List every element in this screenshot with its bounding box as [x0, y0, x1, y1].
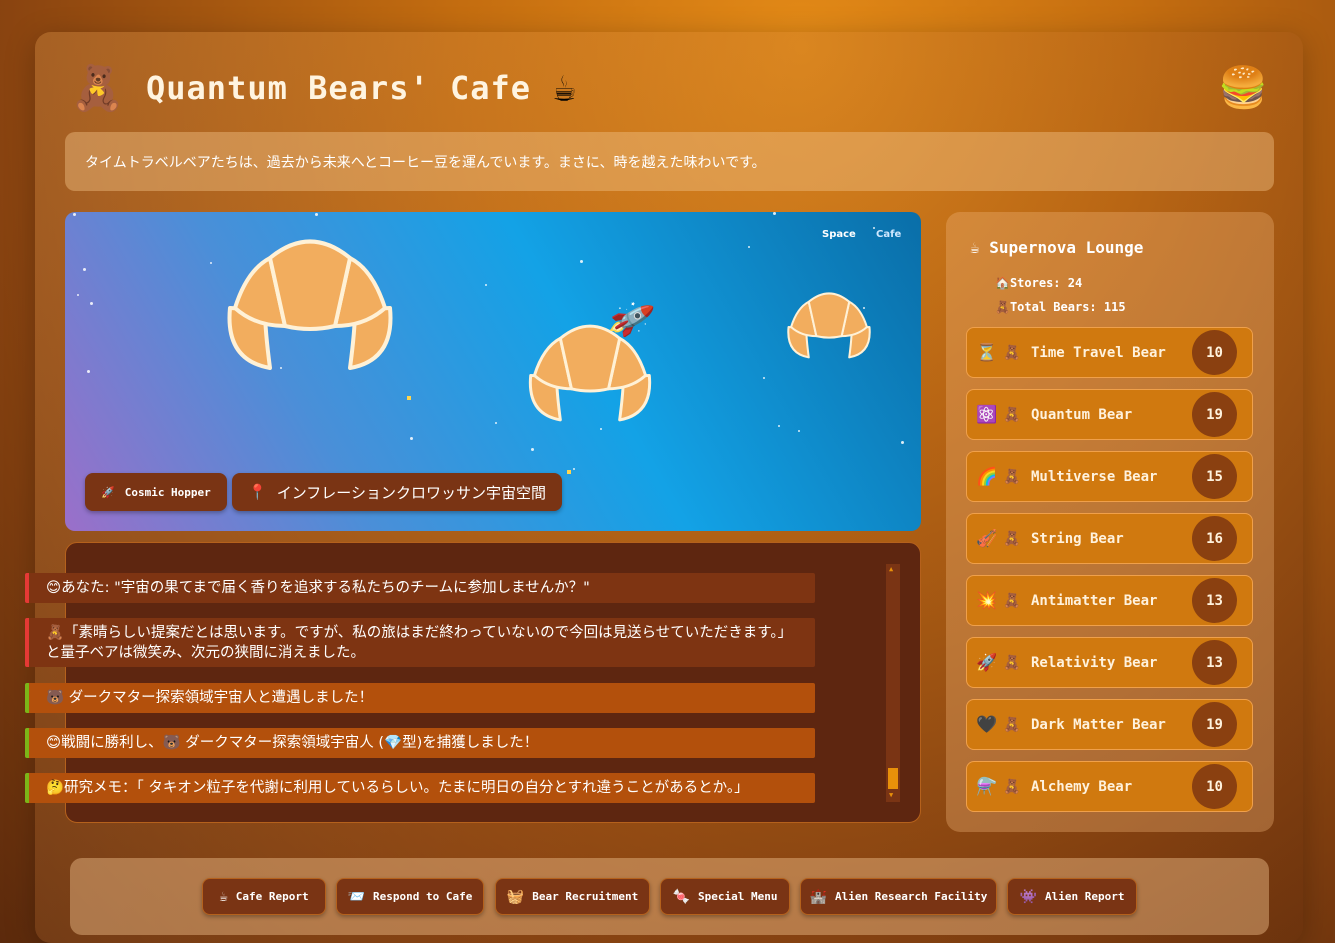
footer-button-label: Special Menu — [697, 890, 778, 903]
scroll-up-icon[interactable]: ▲ — [889, 565, 893, 573]
bear-item[interactable]: 🌈 🧸 Multiverse Bear 15 — [966, 451, 1253, 502]
footer-button-icon: 🏰 — [809, 888, 828, 905]
bear-type-icon: ⚗️ — [976, 776, 998, 797]
footer-button-icon: 👾 — [1019, 888, 1037, 905]
coffee-cup-icon: ☕ — [553, 66, 576, 110]
teddy-bear-icon: 🧸 — [1003, 778, 1021, 795]
footer-button-label: Alien Research Facility — [835, 890, 988, 903]
bear-count-badge: 13 — [1192, 640, 1237, 685]
log-entry: 😊戦闘に勝利し、🐻 ダークマター探索領域宇宙人 (💎型)を捕獲しました！ — [25, 728, 815, 758]
log-entry: 🧸「素晴らしい提案だとは思います。ですが、私の旅はまだ終わっていないので今回は見… — [25, 618, 815, 667]
total-bears-stat: 🧸Total Bears: 115 — [995, 300, 1126, 314]
total-bears-count: Total Bears: 115 — [1009, 300, 1126, 314]
scroll-down-icon[interactable]: ▼ — [889, 791, 893, 799]
teddy-bear-icon: 🧸 — [995, 300, 1010, 314]
bear-count-badge: 10 — [1192, 330, 1237, 375]
bear-item[interactable]: 🚀 🧸 Relativity Bear 13 — [966, 637, 1253, 688]
app-header: 🧸 Quantum Bears' Cafe ☕ — [70, 58, 576, 118]
location-label: インフレーションクロワッサン宇宙空間 — [276, 483, 546, 502]
cafe-tag: Cafe — [876, 229, 902, 240]
house-icon: 🏠 — [995, 276, 1010, 290]
pin-icon: 📍 — [248, 483, 267, 501]
bear-item[interactable]: ⏳ 🧸 Time Travel Bear 10 — [966, 327, 1253, 378]
bear-item[interactable]: 🖤 🧸 Dark Matter Bear 19 — [966, 699, 1253, 750]
footer-button-icon: ☕ — [219, 888, 228, 905]
bear-type-icon: ⏳ — [976, 342, 998, 363]
lounge-name: Supernova Lounge — [989, 238, 1144, 257]
footer-button-label: Respond to Cafe — [373, 890, 473, 903]
teddy-bear-logo-icon: 🧸 — [70, 63, 125, 114]
page-title: Quantum Bears' Cafe — [146, 69, 532, 107]
log-entry-text: 🐻 ダークマター探索領域宇宙人と遭遇しました！ — [46, 690, 374, 706]
space-scene: 🚀 Space Cafe 🚀 Cosmic Hopper 📍 インフレーションク… — [65, 212, 921, 531]
story-banner: タイムトラベルベアたちは、過去から未来へとコーヒー豆を運んでいます。まさに、時を… — [65, 132, 1274, 191]
footer-button[interactable]: 🍬 Special Menu — [660, 878, 790, 915]
bear-count-badge: 10 — [1192, 764, 1237, 809]
footer-button-label: Alien Report — [1044, 890, 1125, 903]
log-entry: 🐻 ダークマター探索領域宇宙人と遭遇しました！ — [25, 683, 815, 713]
story-text: タイムトラベルベアたちは、過去から未来へとコーヒー豆を運んでいます。まさに、時を… — [85, 154, 766, 171]
bear-name: Antimatter Bear — [1031, 592, 1158, 609]
coffee-cup-icon: ☕ — [970, 238, 980, 257]
rocket-icon: 🚀 — [101, 485, 115, 499]
log-entry: 😊あなた: "宇宙の果てまで届く香りを追求する私たちのチームに参加しませんか？" — [25, 573, 815, 603]
bear-name: Multiverse Bear — [1031, 468, 1158, 485]
footer-button-label: Cafe Report — [235, 890, 309, 903]
scroll-thumb[interactable] — [888, 768, 898, 789]
space-tag: Space — [822, 229, 856, 240]
bear-count-badge: 19 — [1192, 392, 1237, 437]
bear-item[interactable]: 💥 🧸 Antimatter Bear 13 — [966, 575, 1253, 626]
bear-item[interactable]: ⚛️ 🧸 Quantum Bear 19 — [966, 389, 1253, 440]
teddy-bear-icon: 🧸 — [1003, 468, 1021, 485]
bear-count-badge: 15 — [1192, 454, 1237, 499]
footer-button-icon: 🧺 — [506, 888, 525, 905]
burger-menu-icon[interactable]: 🍔 — [1218, 64, 1268, 111]
bear-name: Relativity Bear — [1031, 654, 1158, 671]
log-scrollbar[interactable]: ▲ ▼ — [886, 564, 900, 802]
bear-name: Time Travel Bear — [1031, 344, 1166, 361]
footer-button[interactable]: 🏰 Alien Research Facility — [800, 878, 997, 915]
teddy-bear-icon: 🧸 — [1003, 716, 1021, 733]
lounge-title: ☕ Supernova Lounge — [970, 238, 1143, 257]
bear-count-badge: 19 — [1192, 702, 1237, 747]
vehicle-label: Cosmic Hopper — [124, 485, 211, 499]
footer-button[interactable]: 👾 Alien Report — [1007, 878, 1137, 915]
log-entry: 🤔研究メモ：「 タキオン粒子を代謝に利用しているらしい。たまに明日の自分とすれ違… — [25, 773, 815, 803]
log-entry-text: 🤔研究メモ：「 タキオン粒子を代謝に利用しているらしい。たまに明日の自分とすれ違… — [46, 780, 749, 796]
bear-type-icon: 🖤 — [976, 714, 998, 735]
footer-button-label: Bear Recruitment — [532, 890, 639, 903]
croissant-large — [227, 239, 393, 370]
footer-button[interactable]: 📨 Respond to Cafe — [336, 878, 484, 915]
bear-name: String Bear — [1031, 530, 1124, 547]
log-entry-text: 🧸「素晴らしい提案だとは思います。ですが、私の旅はまだ終わっていないので今回は見… — [46, 624, 793, 661]
bear-type-icon: ⚛️ — [976, 404, 998, 425]
teddy-bear-icon: 🧸 — [1003, 592, 1021, 609]
teddy-bear-icon: 🧸 — [1003, 530, 1021, 547]
footer-button[interactable]: 🧺 Bear Recruitment — [495, 878, 650, 915]
teddy-bear-icon: 🧸 — [1003, 654, 1021, 671]
footer-button-icon: 🍬 — [672, 888, 690, 905]
bear-name: Quantum Bear — [1031, 406, 1133, 423]
bear-type-icon: 💥 — [976, 590, 998, 611]
bear-type-icon: 🌈 — [976, 466, 998, 487]
teddy-bear-icon: 🧸 — [1003, 406, 1021, 423]
stores-count: Stores: 24 — [1009, 276, 1083, 290]
stores-stat: 🏠Stores: 24 — [995, 276, 1082, 290]
bear-type-icon: 🎻 — [976, 528, 998, 549]
footer-button[interactable]: ☕ Cafe Report — [202, 878, 326, 915]
location-chip[interactable]: 📍 インフレーションクロワッサン宇宙空間 — [232, 473, 562, 511]
bear-item[interactable]: 🎻 🧸 String Bear 16 — [966, 513, 1253, 564]
bear-name: Dark Matter Bear — [1031, 716, 1166, 733]
log-entry-text: 😊戦闘に勝利し、🐻 ダークマター探索領域宇宙人 (💎型)を捕獲しました！ — [46, 735, 539, 751]
croissant-small — [787, 292, 871, 359]
teddy-bear-icon: 🧸 — [1003, 344, 1021, 361]
bear-count-badge: 13 — [1192, 578, 1237, 623]
vehicle-chip[interactable]: 🚀 Cosmic Hopper — [85, 473, 227, 511]
bear-name: Alchemy Bear — [1031, 778, 1133, 795]
bear-count-badge: 16 — [1192, 516, 1237, 561]
bear-item[interactable]: ⚗️ 🧸 Alchemy Bear 10 — [966, 761, 1253, 812]
footer-button-icon: 📨 — [347, 888, 366, 905]
log-entry-text: 😊あなた: "宇宙の果てまで届く香りを追求する私たちのチームに参加しませんか？" — [46, 580, 590, 596]
bear-type-icon: 🚀 — [976, 652, 998, 673]
